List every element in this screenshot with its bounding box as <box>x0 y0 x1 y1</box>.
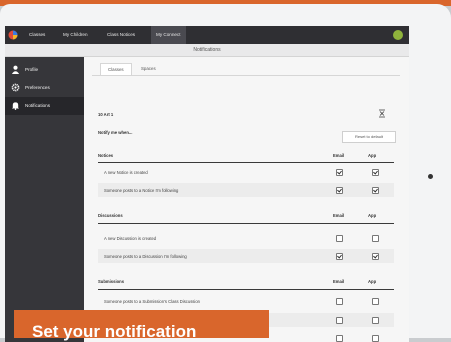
email-column-header: Email <box>333 213 345 218</box>
top-nav-bar: Classes My Children Class Notices My Con… <box>5 26 409 44</box>
page-title: Notifications <box>193 47 221 53</box>
sidebar-item-profile[interactable]: Profile <box>5 61 84 79</box>
promo-banner: Set your notification <box>14 310 269 341</box>
app-checkbox[interactable] <box>372 298 379 305</box>
row-label: A new Discussion is created <box>104 236 157 241</box>
app-checkbox[interactable] <box>372 187 379 194</box>
app-logo-icon <box>8 30 18 40</box>
email-checkbox[interactable] <box>336 253 343 260</box>
sidebar-item-preferences[interactable]: Preferences <box>5 79 84 97</box>
email-checkbox[interactable] <box>336 169 343 176</box>
tablet-camera <box>428 174 433 179</box>
email-column-header: Email <box>333 153 345 158</box>
email-checkbox[interactable] <box>336 317 343 324</box>
user-icon <box>11 65 20 74</box>
table-row: Someone posts to a Submission's Class Di… <box>98 294 394 308</box>
section-title-notices: Notices <box>98 153 114 158</box>
settings-gear-icon[interactable] <box>393 30 403 40</box>
app-screen: Classes My Children Class Notices My Con… <box>5 26 409 342</box>
app-column-header: App <box>368 279 377 284</box>
bell-icon <box>11 102 20 110</box>
sidebar: Profile Preferences Notifications <box>5 57 84 342</box>
nav-classes[interactable]: Classes <box>29 26 45 44</box>
app-checkbox[interactable] <box>372 169 379 176</box>
table-row: Someone posts to a Discussion I'm follow… <box>98 249 394 263</box>
nav-my-children[interactable]: My Children <box>63 26 88 44</box>
page-title-bar: Notifications <box>5 44 409 57</box>
app-column-header: App <box>368 213 377 218</box>
nav-class-notices[interactable]: Class Notices <box>107 26 135 44</box>
notifications-content: Classes Spaces 10 Art 1 Notify me when..… <box>84 57 409 342</box>
email-checkbox[interactable] <box>336 235 343 242</box>
sidebar-item-label: Notifications <box>25 103 51 108</box>
notify-me-label: Notify me when... <box>98 130 133 135</box>
sidebar-item-label: Preferences <box>25 85 50 90</box>
reset-to-default-button[interactable]: Reset to default <box>342 131 396 143</box>
app-checkbox[interactable] <box>372 335 379 342</box>
tab-classes[interactable]: Classes <box>100 63 132 75</box>
app-checkbox[interactable] <box>372 235 379 242</box>
class-name-heading: 10 Art 1 <box>98 112 114 117</box>
app-column-header: App <box>368 153 377 158</box>
sidebar-item-label: Profile <box>25 67 39 72</box>
row-label: Someone posts to a Submission's Class Di… <box>104 299 200 304</box>
nav-my-connect[interactable]: My Connect <box>151 26 186 44</box>
sidebar-item-notifications[interactable]: Notifications <box>5 97 84 115</box>
email-column-header: Email <box>333 279 345 284</box>
tab-spaces[interactable]: Spaces <box>134 63 163 74</box>
section-title-discussions: Discussions <box>98 213 123 218</box>
app-checkbox[interactable] <box>372 317 379 324</box>
section-divider <box>98 162 394 163</box>
banner-text: Set your notification <box>32 322 197 341</box>
app-checkbox[interactable] <box>372 253 379 260</box>
section-divider <box>98 289 394 290</box>
row-label: A new Notice is created <box>104 170 148 175</box>
tab-divider <box>92 75 400 76</box>
table-row: A new Discussion is created <box>98 231 394 245</box>
collapse-icon[interactable] <box>378 109 386 118</box>
table-row: Someone posts to a Notice I'm following <box>98 183 394 197</box>
table-row: A new Notice is created <box>98 165 394 179</box>
email-checkbox[interactable] <box>336 298 343 305</box>
email-checkbox[interactable] <box>336 187 343 194</box>
section-title-submissions: Submissions <box>98 279 125 284</box>
row-label: Someone posts to a Notice I'm following <box>104 188 179 193</box>
tablet-frame: Classes My Children Class Notices My Con… <box>0 4 451 342</box>
gear-icon <box>11 83 20 92</box>
row-label: Someone posts to a Discussion I'm follow… <box>104 254 187 259</box>
email-checkbox[interactable] <box>336 335 343 342</box>
section-divider <box>98 223 394 224</box>
